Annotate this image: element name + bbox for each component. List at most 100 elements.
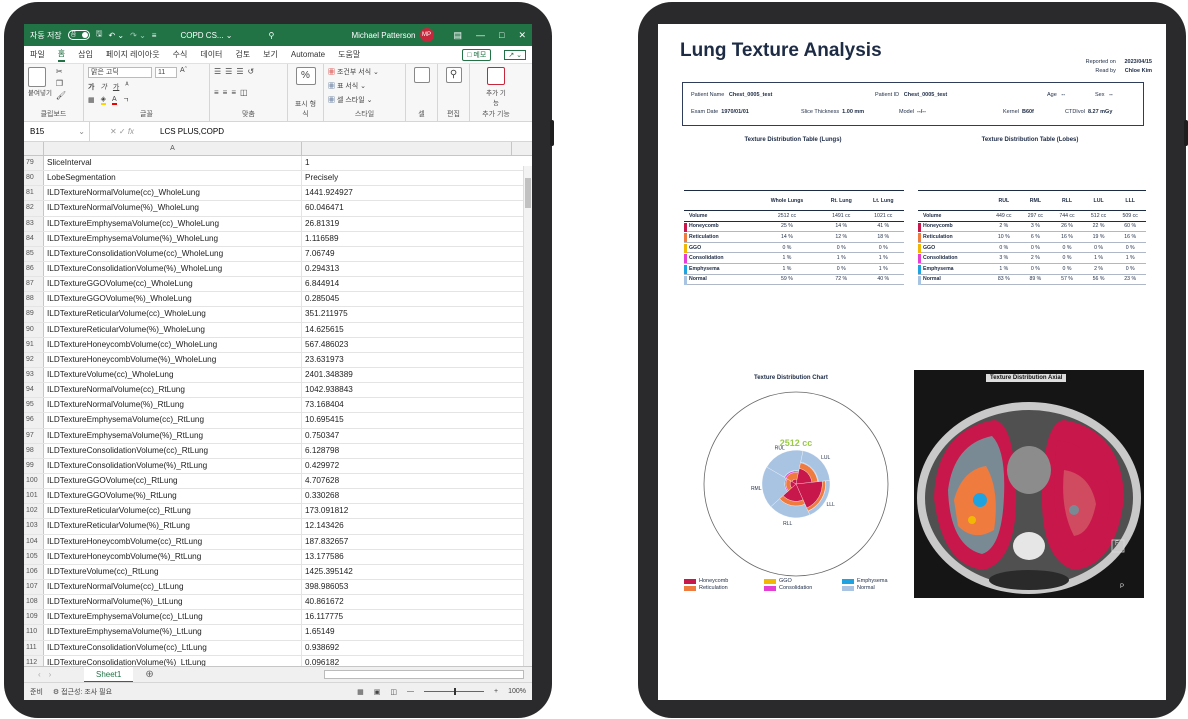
cell-b[interactable]: 1.116589	[302, 232, 512, 246]
formula-input[interactable]: LCS PLUS,COPD	[154, 127, 224, 136]
cell-b[interactable]: 0.938692	[302, 641, 512, 655]
tab-data[interactable]: 데이터	[200, 49, 222, 60]
row-header[interactable]: 107	[24, 579, 44, 595]
cell-a[interactable]: ILDTextureConsolidationVolume(cc)_RtLung	[44, 443, 302, 458]
row-header[interactable]: 100	[24, 473, 44, 489]
font-color-icon[interactable]: A	[112, 96, 117, 105]
format-as-table-button[interactable]: ▦ 표 서식 ⌄	[328, 81, 401, 91]
tab-view[interactable]: 보기	[263, 49, 278, 60]
row-header[interactable]: 109	[24, 610, 44, 625]
row-header[interactable]: 95	[24, 398, 44, 413]
cell-a[interactable]: ILDTextureGGOVolume(cc)_RtLung	[44, 473, 302, 489]
column-header-a[interactable]: A	[44, 142, 302, 155]
row-header[interactable]: 90	[24, 322, 44, 337]
document-name[interactable]: COPD CS... ⌄	[180, 31, 232, 40]
tab-automate[interactable]: Automate	[291, 50, 325, 59]
cell-b[interactable]: 0.429972	[302, 459, 512, 473]
cell-b[interactable]: 0.285045	[302, 292, 512, 306]
cell-b[interactable]: 73.168404	[302, 398, 512, 412]
cell-a[interactable]: ILDTextureReticularVolume(cc)_WholeLung	[44, 307, 302, 322]
cell-a[interactable]: ILDTextureEmphysemaVolume(%)_LtLung	[44, 625, 302, 640]
fill-color-icon[interactable]: ◈	[100, 95, 107, 106]
row-header[interactable]: 104	[24, 534, 44, 549]
grow-font-icon[interactable]: Aˆ	[180, 67, 187, 78]
row-header[interactable]: 85	[24, 246, 44, 261]
cell-a[interactable]: ILDTextureHoneycombVolume(cc)_WholeLung	[44, 337, 302, 352]
cell-b[interactable]: 23.631973	[302, 353, 512, 367]
row-header[interactable]: 105	[24, 549, 44, 564]
zoom-out-icon[interactable]: —	[407, 688, 414, 695]
page-layout-view-icon[interactable]: ▣	[374, 688, 381, 696]
cell-a[interactable]: ILDTextureConsolidationVolume(%)_WholeLu…	[44, 261, 302, 277]
zoom-in-icon[interactable]: +	[494, 688, 498, 695]
search-icon[interactable]: ⚲	[269, 31, 275, 40]
tab-file[interactable]: 파일	[30, 49, 45, 60]
cell-b[interactable]: 0.294313	[302, 262, 512, 276]
conditional-format-button[interactable]: ▦ 조건부 서식 ⌄	[328, 67, 401, 77]
cell-b[interactable]: 398.986053	[302, 580, 512, 594]
wrap-text-icon[interactable]: ↺	[248, 67, 255, 76]
row-header[interactable]: 103	[24, 519, 44, 534]
sheet-tab-sheet1[interactable]: Sheet1	[84, 666, 134, 683]
cell-b[interactable]: 40.861672	[302, 595, 512, 609]
font-size-select[interactable]: 11	[155, 67, 177, 78]
row-header[interactable]: 93	[24, 367, 44, 383]
row-header[interactable]: 102	[24, 504, 44, 519]
row-header[interactable]: 106	[24, 564, 44, 579]
name-box[interactable]: B15 ⌄	[24, 122, 90, 141]
vertical-scrollbar[interactable]	[523, 166, 532, 666]
cell-a[interactable]: ILDTextureVolume(cc)_RtLung	[44, 564, 302, 579]
cell-styles-button[interactable]: ▦ 셀 스타일 ⌄	[328, 95, 401, 105]
select-all-corner[interactable]	[24, 142, 44, 155]
cell-b[interactable]: 1.65149	[302, 625, 512, 639]
cell-b[interactable]: 567.486023	[302, 338, 512, 352]
cut-icon[interactable]: ✂	[56, 67, 66, 76]
row-header[interactable]: 81	[24, 186, 44, 201]
customize-qat-icon[interactable]: ≡	[152, 31, 157, 40]
cell-a[interactable]: ILDTextureEmphysemaVolume(cc)_LtLung	[44, 610, 302, 625]
cell-a[interactable]: SliceInterval	[44, 156, 302, 171]
align-center-icon[interactable]: ≡	[223, 88, 228, 97]
close-icon[interactable]: ✕	[518, 30, 526, 41]
cell-b[interactable]: Precisely	[302, 171, 512, 185]
editing-search-icon[interactable]: ⚲	[445, 67, 462, 83]
underline-button[interactable]: 가	[113, 82, 119, 92]
cell-a[interactable]: ILDTextureNormalVolume(%)_LtLung	[44, 595, 302, 610]
row-header[interactable]: 91	[24, 337, 44, 352]
row-header[interactable]: 111	[24, 640, 44, 655]
copy-icon[interactable]: ❐	[56, 79, 66, 88]
memo-button[interactable]: □ 메모	[462, 48, 492, 61]
cell-a[interactable]: ILDTextureGGOVolume(%)_RtLung	[44, 489, 302, 504]
cell-b[interactable]: 12.143426	[302, 519, 512, 533]
share-button[interactable]: ↗ ⌄	[504, 49, 526, 60]
addins-icon[interactable]	[487, 67, 505, 85]
tab-review[interactable]: 검토	[235, 49, 250, 60]
cell-a[interactable]: ILDTextureNormalVolume(%)_WholeLung	[44, 201, 302, 216]
cell-a[interactable]: ILDTextureConsolidationVolume(cc)_LtLung	[44, 640, 302, 655]
bold-button[interactable]: 가	[88, 82, 94, 92]
scrollbar-thumb[interactable]	[525, 178, 531, 208]
percent-button[interactable]: %	[295, 67, 316, 85]
minimize-icon[interactable]: —	[476, 30, 485, 41]
cell-b[interactable]: 187.832657	[302, 535, 512, 549]
add-sheet-icon[interactable]: ⊕	[145, 669, 153, 680]
row-header[interactable]: 98	[24, 443, 44, 458]
cell-a[interactable]: ILDTextureHoneycombVolume(%)_RtLung	[44, 549, 302, 564]
borders-icon[interactable]: ▦	[88, 96, 95, 104]
sheet-nav-arrows[interactable]: ‹›	[24, 670, 84, 679]
accessibility-status[interactable]: ⚙ 접근성: 조사 필요	[53, 687, 112, 697]
tab-page-layout[interactable]: 페이지 레이아웃	[106, 49, 160, 60]
user-account[interactable]: Michael Patterson MP	[351, 28, 434, 42]
cell-b[interactable]: 1441.924927	[302, 186, 512, 200]
cell-a[interactable]: LobeSegmentation	[44, 171, 302, 186]
phonetic-icon[interactable]: ㄱ	[123, 95, 129, 105]
align-middle-icon[interactable]: ☰	[225, 67, 232, 76]
cell-a[interactable]: ILDTextureEmphysemaVolume(%)_RtLung	[44, 428, 302, 443]
undo-icon[interactable]: ↶ ⌄	[109, 31, 125, 40]
cell-b[interactable]: 6.844914	[302, 277, 512, 291]
cells-icon[interactable]	[413, 67, 430, 83]
row-header[interactable]: 108	[24, 595, 44, 610]
italic-button[interactable]: 가	[100, 82, 106, 92]
cell-a[interactable]: ILDTextureConsolidationVolume(cc)_WholeL…	[44, 246, 302, 261]
cell-a[interactable]: ILDTextureHoneycombVolume(cc)_RtLung	[44, 534, 302, 549]
